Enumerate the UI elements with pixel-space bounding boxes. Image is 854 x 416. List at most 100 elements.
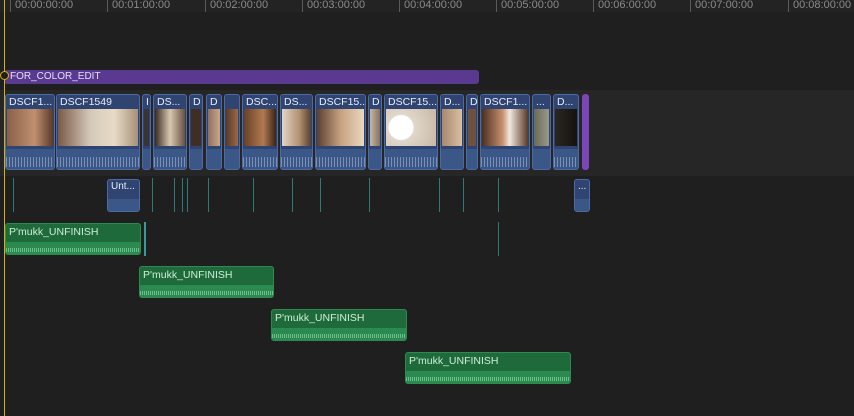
ruler-tick: 00:08:00:00 — [788, 0, 851, 12]
clip-title: DSCF15... — [388, 96, 438, 108]
connection-line — [187, 178, 188, 212]
clip-waveform — [575, 199, 589, 211]
clip-title: D — [210, 96, 218, 108]
ruler-tick: 00:07:00:00 — [690, 0, 753, 12]
clip-waveform — [467, 149, 477, 169]
connection-line — [144, 222, 146, 256]
clip-waveform — [207, 149, 221, 169]
connected-clip-title: ... — [578, 181, 587, 192]
connection-line — [13, 178, 14, 212]
clip-waveform — [108, 199, 139, 211]
clip-waveform — [57, 149, 139, 169]
video-clip[interactable]: D — [466, 94, 478, 170]
clip-title: ... — [536, 96, 545, 108]
clip-thumbnail — [282, 109, 311, 146]
clip-waveform — [316, 149, 365, 169]
video-clip[interactable]: D... — [440, 94, 464, 170]
connection-line — [208, 178, 209, 212]
storyline-end-marker[interactable] — [582, 94, 589, 170]
clip-title: DSCF1549 — [60, 96, 112, 108]
connection-line — [174, 178, 175, 212]
clip-waveform — [225, 149, 239, 169]
ruler-tick-label: 00:06:00:00 — [598, 0, 657, 11]
clip-thumbnail — [226, 109, 238, 146]
clip-title: D — [372, 96, 380, 108]
clip-thumbnail — [191, 109, 201, 146]
video-clip[interactable]: DSCF15... — [315, 94, 366, 170]
playhead[interactable] — [4, 0, 5, 416]
ruler-tick: 00:02:00:00 — [205, 0, 268, 12]
role-bar-for-color-edit[interactable]: FOR_COLOR_EDIT — [4, 70, 479, 84]
ruler-tick: 00:05:00:00 — [496, 0, 559, 12]
video-clip[interactable] — [224, 94, 240, 170]
role-bar-label: FOR_COLOR_EDIT — [10, 71, 101, 82]
ruler-tick-label: 00:01:00:00 — [112, 0, 171, 11]
clip-title: DS... — [157, 96, 181, 108]
clip-thumbnail — [468, 109, 476, 146]
clip-title: DSC... — [246, 96, 277, 108]
audio-clip[interactable]: P'mukk_UNFINISH — [271, 309, 407, 341]
clip-waveform — [385, 149, 437, 169]
ruler-tick: 00:04:00:00 — [399, 0, 462, 12]
video-clip[interactable]: I — [142, 94, 151, 170]
ruler-tick: 00:00:00:00 — [10, 0, 73, 12]
clip-waveform — [481, 149, 529, 169]
clip-waveform — [533, 149, 550, 169]
clip-title: D — [193, 96, 201, 108]
clip-waveform — [441, 149, 463, 169]
audio-waveform — [272, 328, 406, 340]
clip-waveform — [369, 149, 381, 169]
audio-clip-title: P'mukk_UNFINISH — [143, 269, 233, 281]
clip-thumbnail — [244, 109, 276, 146]
video-clip[interactable]: ... — [532, 94, 551, 170]
connection-line — [439, 178, 440, 212]
audio-clip[interactable]: P'mukk_UNFINISH — [139, 266, 274, 298]
clip-thumbnail — [144, 109, 149, 146]
connection-line — [498, 178, 499, 212]
playhead-handle[interactable] — [0, 71, 9, 80]
ruler-tick-label: 00:07:00:00 — [695, 0, 754, 11]
connected-clip-title: Unt... — [111, 181, 135, 192]
audio-clip[interactable]: P'mukk_UNFINISH — [405, 352, 571, 384]
audio-clip[interactable]: P'mukk_UNFINISH — [5, 223, 141, 255]
video-clip[interactable]: D... — [553, 94, 579, 170]
video-clip[interactable]: D — [368, 94, 382, 170]
video-clip[interactable]: D — [206, 94, 222, 170]
video-clip[interactable]: DSCF1... — [5, 94, 55, 170]
clip-title: I — [146, 96, 149, 108]
audio-waveform — [140, 285, 273, 297]
connection-line — [463, 178, 464, 212]
audio-clip-title: P'mukk_UNFINISH — [275, 312, 365, 324]
connected-clip[interactable]: ... — [574, 179, 590, 212]
video-clip[interactable]: DSCF1549 — [56, 94, 140, 170]
ruler-tick: 00:01:00:00 — [107, 0, 170, 12]
ruler-tick-label: 00:02:00:00 — [210, 0, 269, 11]
clip-title: D... — [557, 96, 574, 108]
video-clip[interactable]: DS... — [280, 94, 313, 170]
ruler-tick-label: 00:03:00:00 — [307, 0, 366, 11]
connection-line — [292, 178, 293, 212]
clip-thumbnail — [58, 109, 138, 146]
clip-thumbnail — [386, 109, 436, 146]
connection-line — [320, 178, 321, 212]
video-clip[interactable]: DSCF15... — [384, 94, 438, 170]
clip-thumbnail — [482, 109, 528, 146]
connected-clip[interactable]: Unt... — [107, 179, 140, 212]
clip-waveform — [6, 149, 54, 169]
clip-thumbnail — [534, 109, 549, 146]
ruler-tick-label: 00:08:00:00 — [793, 0, 852, 11]
video-clip[interactable]: DS... — [153, 94, 187, 170]
audio-clip-title: P'mukk_UNFINISH — [9, 226, 99, 238]
connection-line — [182, 178, 183, 212]
ruler-tick: 00:03:00:00 — [302, 0, 365, 12]
ruler-tick-label: 00:04:00:00 — [404, 0, 463, 11]
clip-waveform — [243, 149, 277, 169]
timeline-ruler[interactable]: 00:00:00:00 00:01:00:00 00:02:00:00 00:0… — [0, 0, 854, 12]
audio-clip-title: P'mukk_UNFINISH — [409, 355, 499, 367]
video-clip[interactable]: DSC... — [242, 94, 278, 170]
video-clip[interactable]: D — [189, 94, 203, 170]
clip-title: D... — [444, 96, 461, 108]
video-clip[interactable]: DSCF1... — [480, 94, 530, 170]
audio-waveform — [406, 371, 570, 383]
clip-waveform — [143, 149, 150, 169]
